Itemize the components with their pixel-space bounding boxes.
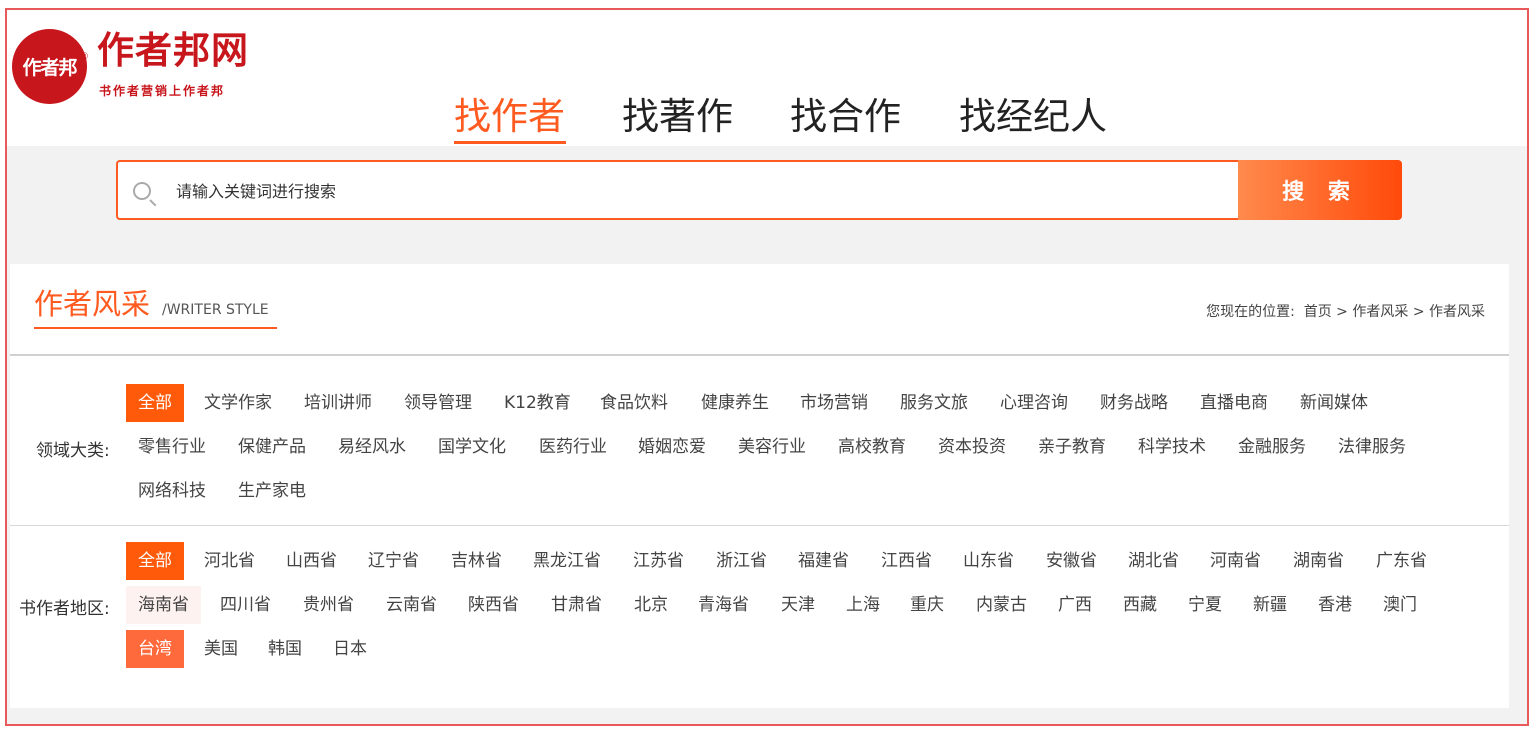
logo-circle-text: 作者邦 [22,57,77,79]
filter-tag[interactable]: 广西 [1046,586,1104,624]
filter-tag[interactable]: 青海省 [686,586,761,624]
filter-tag[interactable]: 日本 [321,630,379,668]
logo-subtitle: 书作者营销上作者邦 [99,84,226,98]
filter-tag[interactable]: 河北省 [192,542,267,580]
search-button[interactable]: 搜 索 [1238,160,1402,220]
filter-tag[interactable]: 婚姻恋爱 [626,428,718,466]
filter-tag[interactable]: 湖南省 [1281,542,1356,580]
filter-tag[interactable]: 市场营销 [788,384,880,422]
registered-mark: ® [80,52,89,62]
filter-tag[interactable]: 直播电商 [1188,384,1280,422]
logo-circle[interactable]: 作者邦 [12,29,87,104]
filter-tag[interactable]: 山西省 [274,542,349,580]
filter-tag[interactable]: 零售行业 [126,428,218,466]
filter-tag[interactable]: 易经风水 [326,428,418,466]
filter-tag[interactable]: 吉林省 [439,542,514,580]
filter-tag[interactable]: 高校教育 [826,428,918,466]
filter-tag[interactable]: 生产家电 [226,472,318,510]
filter-tag[interactable]: 西藏 [1111,586,1169,624]
filter-tag[interactable]: 重庆 [898,586,956,624]
breadcrumb: 您现在的位置: 首页 > 作者风采 > 作者风采 [1206,301,1485,321]
filter-tag[interactable]: 安徽省 [1034,542,1109,580]
filter-tag[interactable]: 健康养生 [689,384,781,422]
filter-tag[interactable]: 香港 [1306,586,1364,624]
filter-tag[interactable]: 宁夏 [1176,586,1234,624]
filter-tag[interactable]: 海南省 [126,586,201,624]
filter-tag[interactable]: 财务战略 [1088,384,1180,422]
tab-find-author[interactable]: 找作者 [454,95,565,139]
filter-tag[interactable]: 浙江省 [704,542,779,580]
filter-tag[interactable]: 甘肃省 [539,586,614,624]
filter-tag[interactable]: 江西省 [869,542,944,580]
filter-tag[interactable]: 保健产品 [226,428,318,466]
tab-find-works[interactable]: 找著作 [622,95,733,139]
filter-tag[interactable]: 服务文旅 [888,384,980,422]
filter-tag[interactable]: K12教育 [492,384,583,422]
filter-tag[interactable]: 金融服务 [1226,428,1318,466]
filter-divider [10,525,1509,526]
filter-tag[interactable]: 上海 [834,586,892,624]
filter-tag[interactable]: 贵州省 [291,586,366,624]
filter-tag[interactable]: 领导管理 [392,384,484,422]
filter-tag[interactable]: 心理咨询 [988,384,1080,422]
field-filter-label: 领域大类: [36,441,110,461]
section-divider [10,354,1509,356]
filter-tag[interactable]: 内蒙古 [964,586,1039,624]
filter-tag[interactable]: 福建省 [786,542,861,580]
filter-tag[interactable]: 澳门 [1371,586,1429,624]
filter-tag[interactable]: 新疆 [1241,586,1299,624]
filter-tag[interactable]: 国学文化 [426,428,518,466]
filter-tag[interactable]: 亲子教育 [1026,428,1118,466]
tab-find-agent[interactable]: 找经纪人 [959,95,1107,139]
filter-tag[interactable]: 台湾 [126,630,184,668]
section-title-underline [34,327,277,329]
filter-tag[interactable]: 科学技术 [1126,428,1218,466]
filter-tag[interactable]: 江苏省 [621,542,696,580]
filter-tag[interactable]: 山东省 [951,542,1026,580]
filter-tag[interactable]: 培训讲师 [292,384,384,422]
filter-tag[interactable]: 新闻媒体 [1288,384,1380,422]
filter-tag[interactable]: 文学作家 [192,384,284,422]
filter-tag[interactable]: 湖北省 [1116,542,1191,580]
section-title: 作者风采 [34,287,151,321]
filter-tag[interactable]: 辽宁省 [356,542,431,580]
filter-tag[interactable]: 全部 [126,542,184,580]
filter-tag[interactable]: 云南省 [374,586,449,624]
breadcrumb-separator: > [1336,304,1348,320]
breadcrumb-home[interactable]: 首页 [1304,304,1332,320]
filter-tag[interactable]: 医药行业 [527,428,619,466]
filter-tag[interactable]: 网络科技 [126,472,218,510]
search-icon [133,182,151,200]
section-subtitle: /WRITER STYLE [162,302,269,318]
active-tab-underline [454,141,566,144]
filter-tag[interactable]: 广东省 [1364,542,1439,580]
breadcrumb-author-style[interactable]: 作者风采 [1352,304,1408,320]
filter-tag[interactable]: 美国 [192,630,250,668]
search-input[interactable] [176,176,1226,206]
filter-tag[interactable]: 黑龙江省 [521,542,613,580]
filter-tag[interactable]: 天津 [769,586,827,624]
filter-tag[interactable]: 食品饮料 [588,384,680,422]
filter-tag[interactable]: 四川省 [208,586,283,624]
logo-title[interactable]: 作者邦网 [97,32,249,69]
filter-tag[interactable]: 陕西省 [456,586,531,624]
filter-tag[interactable]: 资本投资 [926,428,1018,466]
filter-tag[interactable]: 美容行业 [726,428,818,466]
tab-find-cooperation[interactable]: 找合作 [790,95,901,139]
filter-tag[interactable]: 全部 [126,384,184,422]
filter-tag[interactable]: 法律服务 [1326,428,1418,466]
breadcrumb-separator: > [1412,304,1425,320]
filter-tag[interactable]: 河南省 [1198,542,1273,580]
breadcrumb-current[interactable]: 作者风采 [1429,304,1485,320]
filter-tag[interactable]: 北京 [622,586,680,624]
region-filter-label: 书作者地区: [19,599,110,619]
filter-tag[interactable]: 韩国 [256,630,314,668]
breadcrumb-prefix: 您现在的位置: [1206,304,1295,320]
